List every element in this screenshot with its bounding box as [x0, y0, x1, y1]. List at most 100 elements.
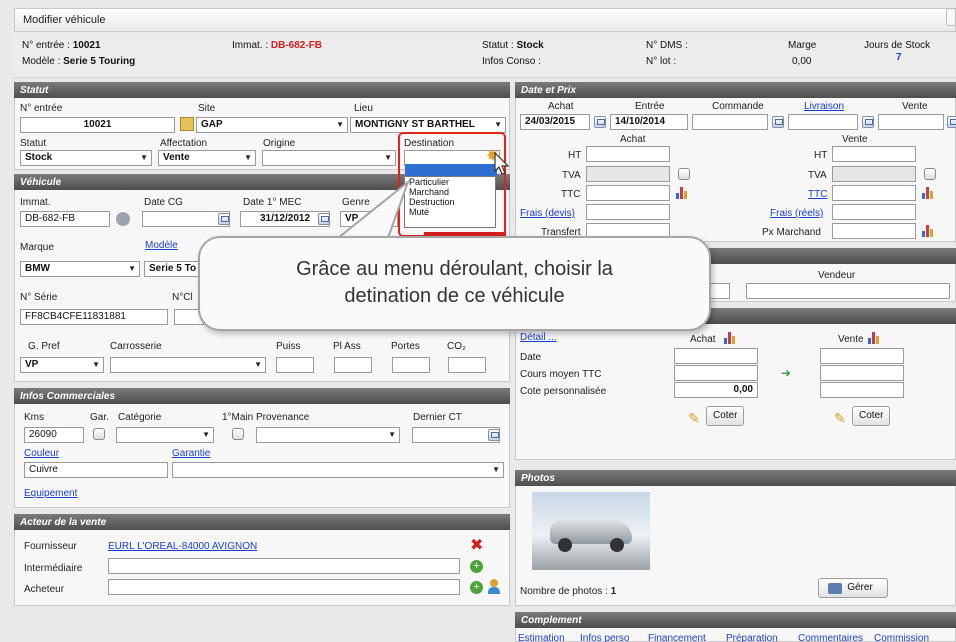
coter-achat-button[interactable]: Coter	[706, 406, 745, 426]
stats-icon[interactable]	[724, 332, 736, 344]
garantie-link[interactable]: Garantie	[172, 448, 210, 459]
tab-estimation[interactable]: Estimation	[518, 633, 565, 642]
tab-commission[interactable]: Commission	[874, 633, 929, 642]
calendar-icon[interactable]	[772, 116, 784, 128]
carrosserie-select[interactable]	[110, 357, 266, 373]
vehicle-photo[interactable]	[532, 492, 650, 570]
tab-infos-perso[interactable]: Infos perso	[580, 633, 629, 642]
garantie-checkbox[interactable]	[93, 428, 105, 440]
marque-select[interactable]: BMW	[20, 261, 140, 277]
cote-perso-achat-field[interactable]: 0,00	[674, 382, 758, 398]
intermediaire-field[interactable]	[108, 558, 460, 574]
vente-ht-field[interactable]	[832, 146, 916, 162]
achat-ht-field[interactable]	[586, 146, 670, 162]
date-achat-field[interactable]: 24/03/2015	[520, 114, 590, 130]
arrow-right-icon[interactable]: ➜	[781, 366, 791, 380]
kms-field[interactable]: 26090	[24, 427, 84, 443]
achat-ttc-field[interactable]	[586, 185, 670, 201]
camera-icon	[828, 583, 842, 594]
achat-tva-checkbox[interactable]	[678, 168, 690, 180]
users-icon[interactable]	[488, 579, 504, 595]
couleur-link[interactable]: Couleur	[24, 448, 59, 459]
acheteur-field[interactable]	[108, 579, 460, 595]
provenance-select[interactable]	[256, 427, 400, 443]
window-control-button[interactable]	[946, 8, 956, 26]
info-modele: Serie 5 Touring	[63, 56, 136, 67]
stats-icon[interactable]	[922, 225, 934, 237]
stats-icon[interactable]	[922, 187, 934, 199]
info-marge-label: Marge	[788, 40, 817, 51]
garantie-select[interactable]	[172, 462, 504, 478]
premiere-main-checkbox[interactable]	[232, 428, 244, 440]
fournisseur-link[interactable]: EURL L'OREAL-84000 AVIGNON	[108, 541, 257, 552]
stats-icon[interactable]	[868, 332, 880, 344]
portes-field[interactable]	[392, 357, 430, 373]
couleur-field[interactable]: Cuivre	[24, 462, 168, 478]
acteur-header: Acteur de la vente	[14, 514, 510, 530]
site-select[interactable]: GAP	[196, 117, 348, 133]
puiss-field[interactable]	[276, 357, 314, 373]
calendar-icon[interactable]	[862, 116, 874, 128]
cours-achat-field[interactable]	[674, 365, 758, 381]
statut-header: Statut	[14, 82, 510, 98]
info-marge-value: 0,00	[792, 56, 812, 67]
categorie-select[interactable]	[116, 427, 214, 443]
serie-field[interactable]: FF8CB4CFE11831881	[20, 309, 168, 325]
livraison-link[interactable]: Livraison	[804, 101, 844, 112]
date-entree-field[interactable]: 14/10/2014	[610, 114, 688, 130]
statut-select[interactable]: Stock	[20, 150, 152, 166]
add-icon[interactable]: +	[470, 581, 483, 594]
tutorial-callout: Grâce au menu déroulant, choisir la deti…	[198, 236, 711, 331]
coter-vente-button[interactable]: Coter	[852, 406, 891, 426]
frais-devis-field[interactable]	[586, 204, 670, 220]
immat-field[interactable]: DB-682-FB	[20, 211, 110, 227]
add-icon[interactable]: +	[470, 560, 483, 573]
modele-link[interactable]: Modèle	[145, 240, 178, 251]
lookup-icon[interactable]	[116, 212, 130, 226]
vente-tva-field[interactable]	[832, 166, 916, 182]
cote-perso-vente-field[interactable]	[820, 382, 904, 398]
lieu-select[interactable]: MONTIGNY ST BARTHEL	[350, 117, 506, 133]
vente-ttc-field[interactable]	[832, 185, 916, 201]
prix-header: Date et Prix	[515, 82, 956, 98]
date-livraison-field[interactable]	[788, 114, 858, 130]
frais-reels-link[interactable]: Frais (réels)	[770, 208, 823, 219]
calendar-icon[interactable]	[947, 116, 956, 128]
plass-field[interactable]	[334, 357, 372, 373]
tab-financement[interactable]: Financement	[648, 633, 706, 642]
info-jours-label: Jours de Stock	[864, 40, 931, 51]
frais-devis-link[interactable]: Frais (devis)	[520, 208, 575, 219]
calendar-icon[interactable]	[594, 116, 606, 128]
frais-reels-field[interactable]	[832, 204, 916, 220]
origine-select[interactable]	[262, 150, 396, 166]
commercial-panel	[14, 388, 510, 508]
tab-preparation[interactable]: Préparation	[726, 633, 778, 642]
ttc-link[interactable]: TTC	[808, 189, 827, 200]
co2-field[interactable]	[448, 357, 486, 373]
cote-achat-date-field[interactable]	[674, 348, 758, 364]
info-dms-label: N° DMS :	[646, 40, 688, 51]
detail-link[interactable]: Détail ...	[520, 332, 557, 343]
callout-pointer	[335, 179, 411, 239]
datecg-field[interactable]	[142, 211, 230, 227]
calendar-icon[interactable]	[218, 213, 230, 225]
pencil-icon: ✎	[834, 410, 846, 426]
equipement-link[interactable]: Equipement	[24, 488, 77, 499]
stats-icon[interactable]	[676, 187, 688, 199]
info-conso-label: Infos Conso :	[482, 56, 541, 67]
calendar-icon[interactable]	[488, 429, 500, 441]
vendeur-field[interactable]	[746, 283, 950, 299]
cours-vente-field[interactable]	[820, 365, 904, 381]
date-vente-field[interactable]	[878, 114, 944, 130]
tab-commentaires[interactable]: Commentaires	[798, 633, 863, 642]
achat-tva-field[interactable]	[586, 166, 670, 182]
gpref-select[interactable]: VP	[20, 357, 104, 373]
px-marchand-field[interactable]	[832, 223, 916, 239]
affectation-select[interactable]: Vente	[158, 150, 256, 166]
dernier-ct-field[interactable]	[412, 427, 500, 443]
cote-vente-date-field[interactable]	[820, 348, 904, 364]
vente-tva-checkbox[interactable]	[924, 168, 936, 180]
delete-icon[interactable]: ✖	[470, 535, 483, 555]
entree-field[interactable]: 10021	[20, 117, 175, 133]
date-commande-field[interactable]	[692, 114, 768, 130]
